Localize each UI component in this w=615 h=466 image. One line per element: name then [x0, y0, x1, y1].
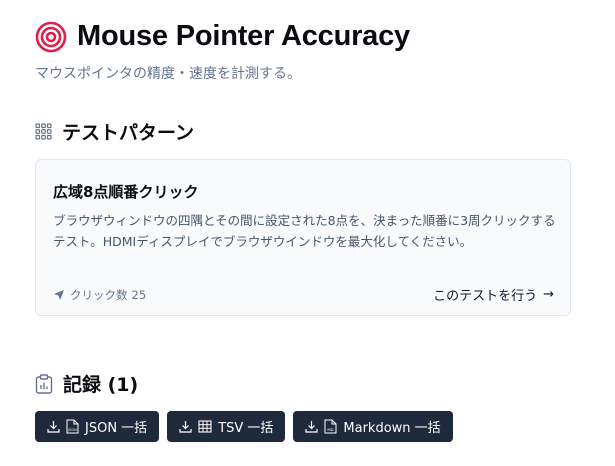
section-title: テストパターン [62, 122, 195, 144]
json-file-icon: JSON [66, 419, 79, 434]
click-count-label: クリック数 [70, 287, 128, 302]
records-heading: 記録 (1) [35, 370, 138, 397]
app-title: Mouse Pointer Accuracy [77, 20, 410, 52]
test-card-description: ブラウザウィンドウの四隅とその間に設定された8点を、決まった順番に3周クリックす… [53, 213, 556, 249]
export-button-row: JSON JSON 一括 TSV 一括 MD Markdown 一括 [35, 411, 461, 442]
table-icon [198, 420, 212, 433]
app-header: Mouse Pointer Accuracy [35, 20, 410, 53]
test-patterns-heading: テストパターン [35, 118, 194, 145]
export-markdown-label: Markdown 一括 [343, 421, 441, 436]
test-card-title: 広域8点順番クリック [53, 183, 199, 201]
download-icon [179, 421, 192, 433]
test-card-footer: クリック数 25 このテストを行う → [53, 285, 554, 304]
navigation-pointer-icon [54, 289, 64, 300]
export-tsv-label: TSV 一括 [218, 421, 274, 436]
clipboard-chart-icon [35, 373, 53, 394]
start-test-link[interactable]: このテストを行う → [433, 285, 554, 304]
svg-text:JSON: JSON [67, 428, 77, 432]
export-tsv-button[interactable]: TSV 一括 [167, 411, 286, 442]
test-card: 広域8点順番クリック ブラウザウィンドウの四隅とその間に設定された8点を、決まっ… [35, 159, 571, 316]
target-icon [35, 21, 67, 52]
export-markdown-button[interactable]: MD Markdown 一括 [293, 411, 453, 442]
click-count-meta: クリック数 25 [53, 287, 146, 303]
grid-icon [35, 123, 52, 140]
start-test-label: このテストを行う [433, 289, 538, 304]
export-json-label: JSON 一括 [85, 421, 148, 436]
svg-text:MD: MD [328, 427, 334, 432]
markdown-file-icon: MD [324, 419, 337, 434]
export-json-button[interactable]: JSON JSON 一括 [35, 411, 160, 442]
download-icon [47, 421, 60, 433]
click-count-value: 25 [131, 287, 147, 302]
section-title: 記録 (1) [63, 374, 139, 396]
arrow-right-icon: → [543, 287, 554, 302]
app-subtitle: マウスポインタの精度・速度を計測する。 [35, 66, 301, 82]
download-icon [305, 421, 319, 433]
